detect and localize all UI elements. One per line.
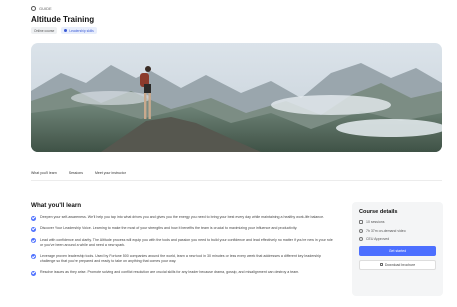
hero-image bbox=[31, 43, 442, 152]
check-circle-icon bbox=[31, 270, 36, 276]
list-item: Leverage proven leadership tools. Used b… bbox=[31, 254, 333, 264]
tag-dot-icon bbox=[64, 29, 68, 32]
tab-sessions[interactable]: Sessions bbox=[69, 171, 83, 175]
learn-list: Deepen your self-awareness. We'll help y… bbox=[31, 215, 333, 281]
list-item: Discover Your Leadership Voice. Learning… bbox=[31, 226, 333, 232]
list-item-text: Resolve issues as they arise. Promote so… bbox=[40, 270, 300, 274]
detail-video: 7h 37m on-demand video bbox=[359, 228, 436, 233]
list-item: Deepen your self-awareness. We'll help y… bbox=[31, 215, 333, 221]
calendar-icon bbox=[359, 220, 363, 224]
tag-list: Online course Leadership skills bbox=[31, 27, 97, 34]
mountain-hiker-image bbox=[31, 43, 442, 152]
video-icon bbox=[359, 228, 363, 233]
brand-label: GUIDE bbox=[39, 6, 52, 11]
detail-sessions: 10 sessions bbox=[359, 220, 436, 224]
course-details-heading: Course details bbox=[359, 209, 398, 215]
list-item-text: Lead with confidence and clarity. The Al… bbox=[40, 237, 333, 247]
detail-sessions-label: 10 sessions bbox=[366, 220, 385, 224]
tab-meet-instructor[interactable]: Meet your instructor bbox=[95, 171, 126, 175]
tag-online-course: Online course bbox=[31, 27, 58, 34]
page-title: Altitude Training bbox=[31, 15, 95, 24]
detail-video-label: 7h 37m on-demand video bbox=[366, 228, 406, 233]
section-tabs: What you'll learn Sessions Meet your ins… bbox=[31, 171, 126, 175]
brand-logo-icon bbox=[31, 6, 36, 11]
list-item: Lead with confidence and clarity. The Al… bbox=[31, 238, 333, 248]
check-circle-icon bbox=[31, 254, 36, 260]
download-brochure-button[interactable]: Download brochure bbox=[359, 259, 436, 270]
detail-ceu-label: CEU Approved bbox=[366, 237, 390, 242]
tabs-divider bbox=[31, 180, 442, 181]
brand: GUIDE bbox=[31, 6, 52, 11]
check-circle-icon bbox=[31, 238, 36, 244]
learn-heading: What you'll learn bbox=[31, 202, 82, 209]
download-brochure-label: Download brochure bbox=[384, 262, 416, 267]
tab-what-youll-learn[interactable]: What you'll learn bbox=[31, 171, 57, 175]
certificate-icon bbox=[359, 237, 363, 242]
list-item-text: Leverage proven leadership tools. Used b… bbox=[40, 253, 322, 263]
check-circle-icon bbox=[31, 226, 36, 232]
detail-ceu: CEU Approved bbox=[359, 237, 436, 242]
course-details-card: Course details 10 sessions 7h 37m on-dem… bbox=[352, 202, 443, 296]
get-started-button[interactable]: Get started bbox=[359, 245, 436, 256]
check-circle-icon bbox=[31, 215, 36, 221]
tag-leadership-label: Leadership skills bbox=[69, 28, 94, 33]
list-item-text: Deepen your self-awareness. We'll help y… bbox=[40, 215, 325, 219]
list-item: Resolve issues as they arise. Promote so… bbox=[31, 270, 333, 276]
list-item-text: Discover Your Leadership Voice. Learning… bbox=[40, 226, 298, 231]
download-icon bbox=[379, 263, 383, 267]
tag-leadership: Leadership skills bbox=[61, 27, 97, 34]
